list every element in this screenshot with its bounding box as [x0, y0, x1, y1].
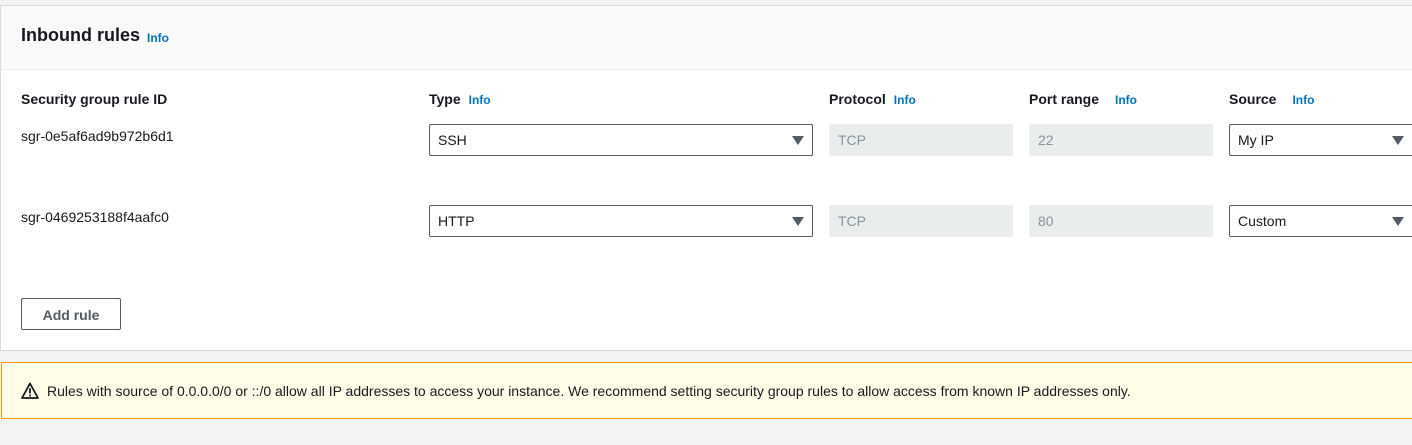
source-select-1-value: My IP: [1238, 132, 1274, 148]
protocol-info-link[interactable]: Info: [894, 93, 916, 107]
add-rule-button[interactable]: Add rule: [21, 298, 121, 330]
column-header-port-range-label: Port range: [1029, 91, 1100, 107]
security-warning-alert: Rules with source of 0.0.0.0/0 or ::/0 a…: [1, 362, 1412, 419]
type-select-2[interactable]: HTTP: [429, 205, 813, 237]
caret-down-icon: [1392, 136, 1404, 145]
port-range-field-1-value: 22: [1038, 132, 1054, 148]
caret-down-icon: [792, 136, 804, 145]
column-header-rule-id: Security group rule ID: [21, 91, 167, 107]
column-header-protocol-label: Protocol: [829, 91, 886, 107]
type-select-1-value: SSH: [438, 132, 467, 148]
protocol-field-2: TCP: [829, 205, 1013, 237]
warning-triangle-icon: [21, 382, 39, 399]
protocol-field-1-value: TCP: [838, 132, 866, 148]
protocol-field-2-value: TCP: [838, 213, 866, 229]
column-header-source: Source Info: [1229, 91, 1314, 107]
caret-down-icon: [792, 217, 804, 226]
port-range-field-2: 80: [1029, 205, 1213, 237]
caret-down-icon: [1392, 217, 1404, 226]
source-select-1[interactable]: My IP: [1229, 124, 1412, 156]
column-header-source-label: Source: [1229, 91, 1277, 107]
type-info-link[interactable]: Info: [469, 93, 491, 107]
warning-text: Rules with source of 0.0.0.0/0 or ::/0 a…: [47, 383, 1131, 399]
column-header-protocol: Protocol Info: [829, 91, 916, 107]
rule-id-1: sgr-0e5af6ad9b972b6d1: [21, 128, 174, 144]
source-select-2-value: Custom: [1238, 213, 1287, 229]
column-header-type-label: Type: [429, 91, 461, 107]
panel-header: Inbound rules Info: [1, 6, 1412, 70]
title-info-link[interactable]: Info: [147, 31, 169, 45]
inbound-rules-panel: Inbound rules Info Security group rule I…: [0, 5, 1412, 351]
type-select-2-value: HTTP: [438, 213, 475, 229]
source-info-link[interactable]: Info: [1292, 93, 1314, 107]
type-select-1[interactable]: SSH: [429, 124, 813, 156]
port-range-field-1: 22: [1029, 124, 1213, 156]
column-header-rule-id-label: Security group rule ID: [21, 91, 168, 107]
rule-id-2: sgr-0469253188f4aafc0: [21, 209, 169, 225]
column-header-port-range: Port range Info: [1029, 91, 1137, 107]
column-header-type: Type Info: [429, 91, 491, 107]
port-range-info-link[interactable]: Info: [1115, 93, 1137, 107]
protocol-field-1: TCP: [829, 124, 1013, 156]
source-select-2[interactable]: Custom: [1229, 205, 1412, 237]
port-range-field-2-value: 80: [1038, 213, 1054, 229]
panel-title: Inbound rules: [21, 25, 140, 45]
